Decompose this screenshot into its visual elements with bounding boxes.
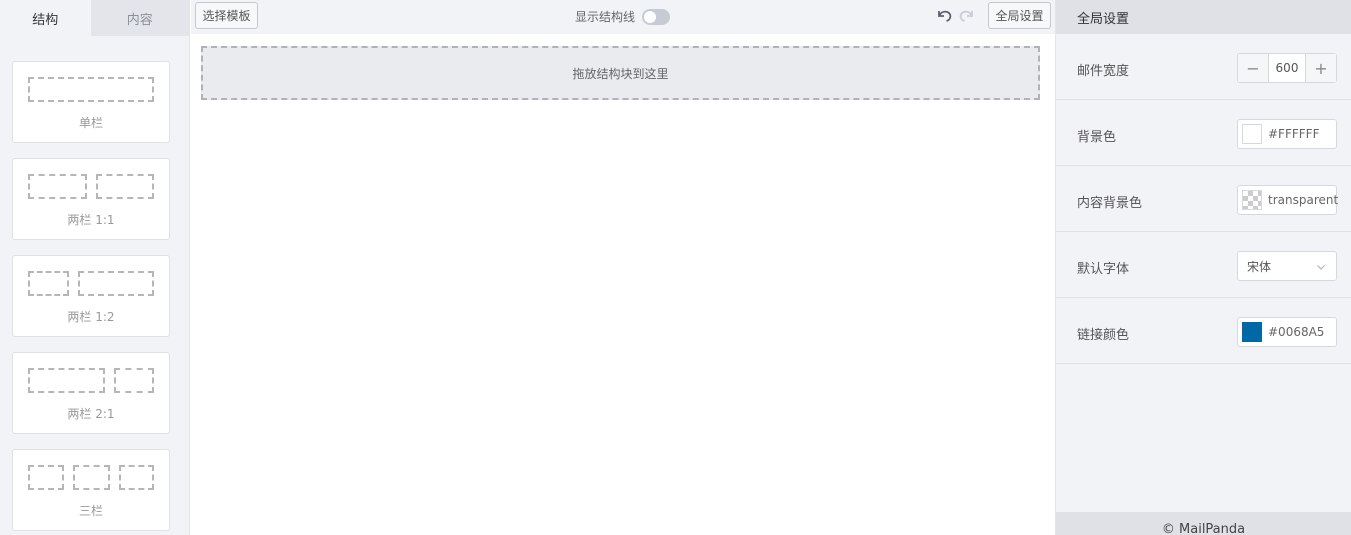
editor-toolbar: 选择模板 显示结构线 全局设置 xyxy=(191,0,1055,34)
column-placeholder xyxy=(28,465,64,490)
block-label: 三栏 xyxy=(78,504,103,518)
global-settings-button[interactable]: 全局设置 xyxy=(988,2,1051,29)
content-background-row: 内容背景色 transparent xyxy=(1056,166,1351,232)
link-color-label: 链接颜色 xyxy=(1077,328,1130,343)
block-label: 两栏 1:1 xyxy=(67,213,115,227)
footer-copyright: © MailPanda xyxy=(1056,512,1351,535)
block-label: 单栏 xyxy=(78,116,103,130)
column-placeholder xyxy=(28,77,154,102)
column-placeholder xyxy=(96,174,154,199)
increase-width-button[interactable]: + xyxy=(1306,54,1336,82)
block-two-columns-1-1[interactable]: 两栏 1:1 xyxy=(12,158,170,240)
block-two-columns-1-2[interactable]: 两栏 1:2 xyxy=(12,255,170,337)
settings-panel-title: 全局设置 xyxy=(1056,0,1351,34)
transparent-swatch xyxy=(1242,190,1262,210)
chevron-down-icon xyxy=(1316,261,1326,275)
default-font-label: 默认字体 xyxy=(1077,262,1130,277)
email-width-row: 邮件宽度 − 600 + xyxy=(1056,34,1351,100)
background-color-label: 背景色 xyxy=(1077,130,1117,145)
column-placeholder xyxy=(28,271,69,296)
email-canvas: 拖放结构块到这里 xyxy=(191,34,1055,535)
link-color-value: #0068A5 xyxy=(1268,325,1325,339)
background-color-row: 背景色 #FFFFFF xyxy=(1056,100,1351,166)
email-width-stepper: − 600 + xyxy=(1237,53,1337,83)
content-background-label: 内容背景色 xyxy=(1077,196,1143,211)
block-label: 两栏 1:2 xyxy=(67,310,115,324)
undo-icon[interactable] xyxy=(933,4,955,26)
default-font-row: 默认字体 宋体 xyxy=(1056,232,1351,298)
redo-icon[interactable] xyxy=(956,4,978,26)
show-structure-control: 显示结构线 xyxy=(575,8,671,25)
content-background-value: transparent xyxy=(1268,193,1339,207)
background-color-value: #FFFFFF xyxy=(1268,127,1320,141)
default-font-select[interactable]: 宋体 xyxy=(1237,251,1337,281)
column-placeholder xyxy=(28,174,87,199)
content-background-picker[interactable]: transparent xyxy=(1237,185,1339,215)
block-two-columns-2-1[interactable]: 两栏 2:1 xyxy=(12,352,170,434)
background-color-picker[interactable]: #FFFFFF xyxy=(1237,119,1337,149)
column-placeholder xyxy=(119,465,154,490)
default-font-value: 宋体 xyxy=(1247,259,1272,274)
select-template-button[interactable]: 选择模板 xyxy=(195,2,258,29)
column-placeholder xyxy=(28,368,105,393)
column-placeholder xyxy=(114,368,154,393)
switch-knob xyxy=(644,10,657,23)
structure-dropzone[interactable]: 拖放结构块到这里 xyxy=(201,46,1040,100)
tab-content[interactable]: 内容 xyxy=(90,0,189,36)
email-width-value[interactable]: 600 xyxy=(1268,54,1306,82)
email-width-label: 邮件宽度 xyxy=(1077,64,1130,79)
column-placeholder xyxy=(78,271,154,296)
settings-panel: 全局设置 邮件宽度 − 600 + 背景色 #FFFFFF 内容背景色 tran… xyxy=(1055,0,1351,535)
tab-structure[interactable]: 结构 xyxy=(0,0,91,36)
link-color-picker[interactable]: #0068A5 xyxy=(1237,317,1337,347)
show-structure-switch[interactable] xyxy=(642,8,671,25)
left-tabs: 结构 内容 xyxy=(0,0,189,36)
block-label: 两栏 2:1 xyxy=(67,407,115,421)
column-placeholder xyxy=(73,465,110,490)
background-color-swatch xyxy=(1242,124,1262,144)
structure-block-list: 单栏 两栏 1:1 两栏 1:2 两栏 2:1 三栏 xyxy=(0,36,189,531)
show-structure-label: 显示结构线 xyxy=(575,10,636,24)
block-single-column[interactable]: 单栏 xyxy=(12,61,170,143)
decrease-width-button[interactable]: − xyxy=(1238,54,1268,82)
link-color-row: 链接颜色 #0068A5 xyxy=(1056,298,1351,364)
block-three-columns[interactable]: 三栏 xyxy=(12,449,170,531)
link-color-swatch xyxy=(1242,322,1262,342)
left-panel: 结构 内容 单栏 两栏 1:1 两栏 1:2 两栏 2:1 三栏 xyxy=(0,0,190,535)
